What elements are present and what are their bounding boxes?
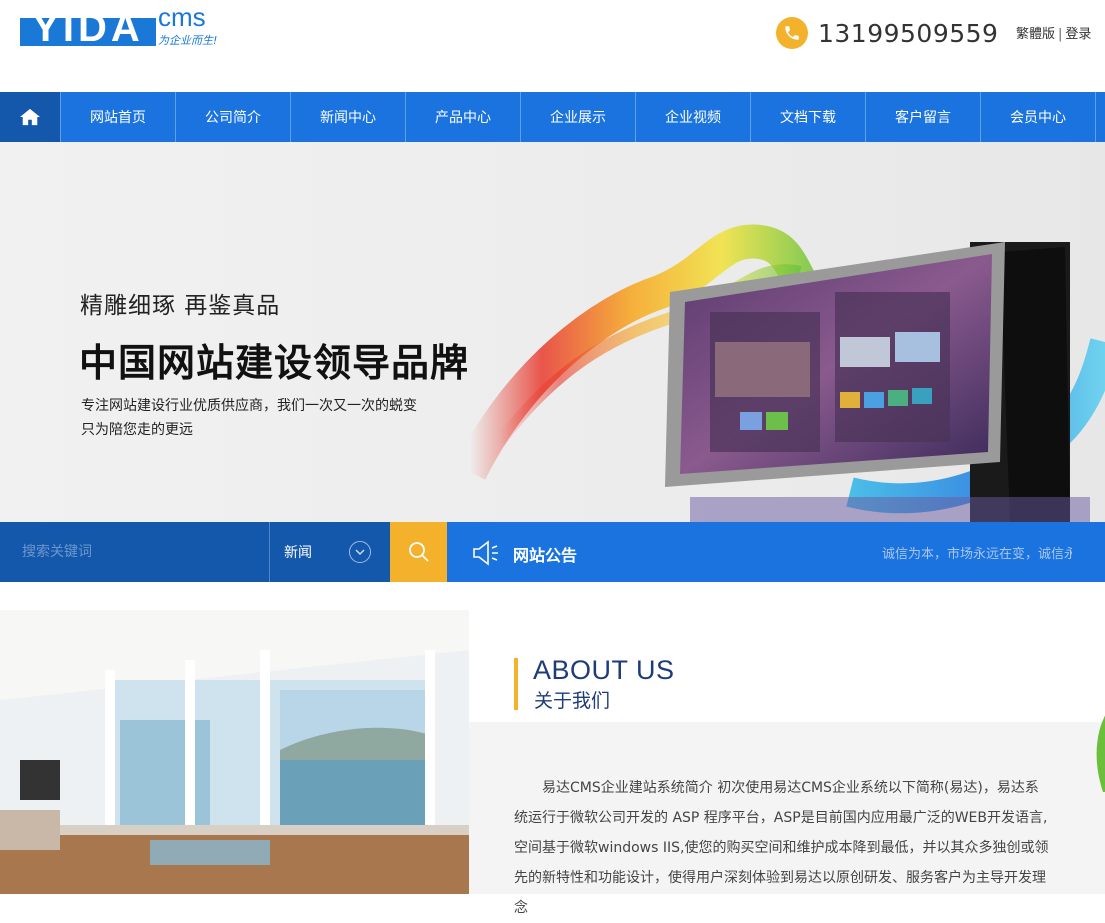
search-bar: 新闻 网站公告 诚信为本，市场永远在变，诚信永远不变 — [0, 522, 1105, 582]
search-category-value: 新闻 — [284, 545, 312, 561]
about-accent-bar — [514, 658, 518, 710]
nav-item-news[interactable]: 新闻中心 — [291, 92, 406, 142]
logo-slogan: 为企业而生! — [158, 34, 218, 47]
header: YIDA cms 为企业而生! 13199509559 繁體版 | 登录 — [0, 0, 1105, 92]
banner-description: 专注网站建设行业优质供应商，我们一次又一次的蜕变 只为陪您走的更远 — [81, 394, 417, 442]
nav-item-products[interactable]: 产品中心 — [406, 92, 521, 142]
search-button[interactable] — [390, 522, 447, 582]
nav-home[interactable] — [0, 92, 61, 142]
notice-title: 网站公告 — [513, 546, 578, 565]
about-title-cn: 关于我们 — [534, 690, 611, 712]
megaphone-icon — [473, 540, 498, 566]
chevron-down-icon — [349, 541, 371, 563]
banner-description-line: 专注网站建设行业优质供应商，我们一次又一次的蜕变 — [81, 398, 417, 414]
phone-icon — [776, 17, 808, 49]
banner-title: 中国网站建设领导品牌 — [79, 341, 470, 385]
nav-item-about[interactable]: 公司简介 — [176, 92, 291, 142]
main-nav: 网站首页 公司简介 新闻中心 产品中心 企业展示 企业视频 文档下载 客户留言 … — [0, 92, 1105, 142]
nav-item-guestbook[interactable]: 客户留言 — [866, 92, 981, 142]
leaf-decoration — [1096, 715, 1105, 792]
search-icon — [408, 542, 429, 562]
login-link[interactable]: 登录 — [1065, 27, 1091, 42]
banner-subtitle: 精雕细琢 再鉴真品 — [80, 293, 281, 319]
site-logo[interactable]: YIDA cms 为企业而生! — [20, 2, 250, 52]
notice-marquee[interactable]: 诚信为本，市场永远在变，诚信永远不变 — [882, 543, 1072, 562]
about-title-en: ABOUT US — [533, 655, 675, 685]
hero-banner[interactable]: 精雕细琢 再鉴真品 中国网站建设领导品牌 专注网站建设行业优质供应商，我们一次又… — [0, 142, 1105, 522]
home-icon — [20, 108, 40, 126]
search-category-select[interactable]: 新闻 — [269, 522, 390, 582]
traditional-chinese-link[interactable]: 繁體版 — [1016, 27, 1055, 42]
phone-number: 13199509559 — [818, 18, 999, 48]
nav-item-videos[interactable]: 企业视频 — [636, 92, 751, 142]
nav-item-downloads[interactable]: 文档下载 — [751, 92, 866, 142]
logo-mark: YIDA — [20, 6, 156, 46]
nav-item-home[interactable]: 网站首页 — [61, 92, 176, 142]
nav-item-members[interactable]: 会员中心 — [981, 92, 1096, 142]
nav-item-showcase[interactable]: 企业展示 — [521, 92, 636, 142]
about-image — [0, 610, 469, 894]
top-links-separator: | — [1058, 27, 1063, 42]
about-text: 易达CMS企业建站系统简介 初次使用易达CMS企业系统以下简称(易达)，易达系统… — [514, 780, 1049, 916]
logo-cms: cms — [158, 2, 206, 32]
top-links: 繁體版 | 登录 — [1016, 23, 1091, 42]
phone-contact: 13199509559 — [776, 16, 998, 50]
banner-description-line: 只为陪您走的更远 — [81, 422, 193, 438]
search-input[interactable] — [0, 522, 269, 582]
